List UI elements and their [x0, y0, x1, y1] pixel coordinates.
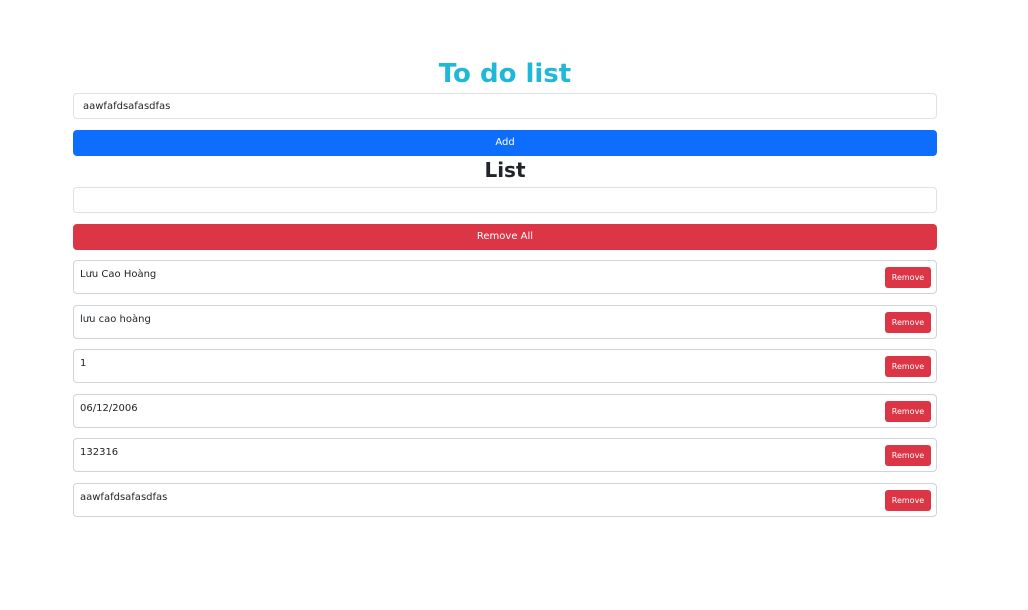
todo-list: Lưu Cao Hoàng Remove lưu cao hoàng Remov…	[73, 260, 937, 528]
remove-button[interactable]: Remove	[885, 311, 931, 333]
list-item-text: 132316	[80, 447, 119, 459]
add-button[interactable]: Add	[73, 130, 937, 156]
list-item: 132316 Remove	[73, 438, 937, 473]
remove-button[interactable]: Remove	[885, 445, 931, 467]
remove-button[interactable]: Remove	[885, 489, 931, 511]
page-title: To do list	[438, 59, 572, 89]
list-item: 06/12/2006 Remove	[73, 393, 937, 428]
list-item: Lưu Cao Hoàng Remove	[73, 260, 937, 294]
list-item-text: lưu cao hoàng	[80, 313, 151, 325]
todo-input[interactable]	[73, 93, 937, 119]
list-item: lưu cao hoàng Remove	[73, 304, 937, 339]
list-item-text: 06/12/2006	[80, 402, 138, 414]
list-item: aawfafdsafasdfas Remove	[73, 482, 937, 517]
remove-button[interactable]: Remove	[885, 267, 931, 288]
list-item: 1 Remove	[73, 349, 937, 384]
remove-button[interactable]: Remove	[885, 400, 931, 422]
list-item-text: 1	[80, 358, 87, 370]
list-item-text: aawfafdsafasdfas	[80, 491, 168, 503]
remove-all-button[interactable]: Remove All	[73, 224, 937, 250]
list-title: List	[484, 158, 526, 182]
remove-button[interactable]: Remove	[885, 356, 931, 378]
list-item-text: Lưu Cao Hoàng	[80, 269, 157, 280]
list-input[interactable]	[73, 187, 937, 213]
